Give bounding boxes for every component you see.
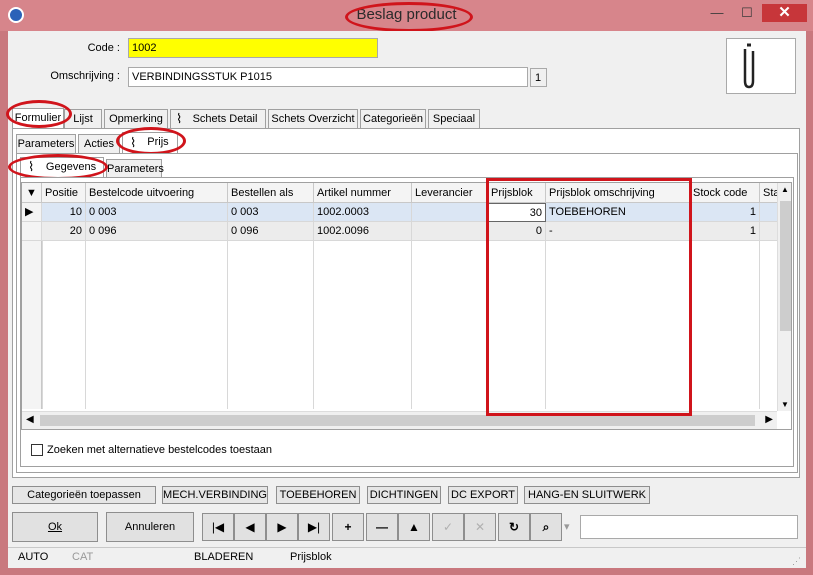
code-label: Code :	[87, 42, 120, 54]
status-bar	[8, 547, 806, 567]
find-button[interactable]: ⌕	[530, 513, 562, 541]
cell-leverancier[interactable]	[412, 203, 488, 222]
scroll-thumb[interactable]	[780, 201, 791, 331]
prev-record-button[interactable]: ◀	[234, 513, 266, 541]
move-up-button[interactable]: ▲	[398, 513, 430, 541]
tab-schets-overzicht[interactable]: Schets Overzicht	[268, 109, 358, 128]
cell-artikel[interactable]: 1002.0096	[314, 222, 412, 241]
status-mode: BLADEREN	[194, 551, 254, 563]
grid-line	[313, 241, 314, 409]
cell-positie[interactable]: 10	[42, 203, 86, 222]
col-sta[interactable]: Sta	[760, 183, 778, 203]
hang-en-sluitwerk-button[interactable]: HANG-EN SLUITWERK	[524, 486, 650, 504]
omschrijving-label: Omschrijving :	[50, 70, 120, 82]
vertical-scrollbar[interactable]: ▲ ▼	[777, 183, 791, 411]
product-thumbnail	[726, 38, 796, 94]
resize-grip-icon[interactable]: ⋰	[792, 556, 801, 567]
grid-line	[85, 241, 86, 409]
grid-line	[759, 241, 760, 409]
status-cat: CAT	[72, 551, 94, 563]
post-button[interactable]: ✓	[432, 513, 464, 541]
col-artikel-nummer[interactable]: Artikel nummer	[314, 183, 412, 203]
cell-bestelcode[interactable]: 0 096	[86, 222, 228, 241]
count-badge: 1	[530, 68, 547, 87]
tab-speciaal[interactable]: Speciaal	[428, 109, 480, 128]
cancel-edit-button[interactable]: ✕	[464, 513, 496, 541]
grid-menu-arrow[interactable]: ▼	[22, 183, 42, 203]
cell-bestelcode[interactable]: 0 003	[86, 203, 228, 222]
code-field[interactable]: 1002	[128, 38, 378, 58]
tab-inner-parameters[interactable]: Parameters	[106, 159, 164, 178]
close-button[interactable]: ✕	[762, 4, 807, 22]
row-indicator-current[interactable]: ▶	[22, 203, 42, 222]
alternative-codes-label: Zoeken met alternatieve bestelcodes toes…	[47, 444, 273, 456]
grid-line	[42, 241, 43, 409]
annotation-prijs	[116, 127, 186, 155]
tab-parameters[interactable]: Parameters	[16, 134, 76, 153]
maximize-button[interactable]: ☐	[732, 4, 762, 22]
first-record-button[interactable]: |◀	[202, 513, 234, 541]
paperclip-icon: ⌇	[176, 111, 183, 126]
col-positie[interactable]: Positie	[42, 183, 86, 203]
col-bestelcode[interactable]: Bestelcode uitvoering	[86, 183, 228, 203]
mech-verbinding-button[interactable]: MECH.VERBINDING	[162, 486, 268, 504]
row-indicator[interactable]	[22, 222, 42, 241]
cell-sta[interactable]	[760, 222, 778, 241]
cell-bestellen-als[interactable]: 0 003	[228, 203, 314, 222]
tab-schets-detail[interactable]: Schets Detail	[170, 109, 266, 128]
annotation-formulier	[6, 100, 72, 128]
tab-categorieen[interactable]: Categorieën	[360, 109, 426, 128]
next-record-button[interactable]: ▶	[266, 513, 298, 541]
last-record-button[interactable]: ▶|	[298, 513, 330, 541]
cell-stock-code[interactable]: 1	[690, 222, 760, 241]
cell-sta[interactable]	[760, 203, 778, 222]
dc-export-button[interactable]: DC EXPORT	[448, 486, 518, 504]
annuleren-button[interactable]: Annuleren	[106, 512, 194, 542]
tab-acties[interactable]: Acties	[78, 134, 120, 153]
dichtingen-button[interactable]: DICHTINGEN	[367, 486, 441, 504]
add-record-button[interactable]: +	[332, 513, 364, 541]
annotation-prijsblok-columns	[486, 178, 692, 416]
col-bestellen-als[interactable]: Bestellen als	[228, 183, 314, 203]
row-indicator-column	[22, 241, 42, 409]
refresh-button[interactable]: ↻	[498, 513, 530, 541]
scroll-right-icon[interactable]: ▶	[765, 414, 773, 425]
find-dropdown-icon[interactable]: ▾	[564, 520, 570, 533]
scroll-down-icon[interactable]: ▼	[781, 400, 789, 409]
minimize-button[interactable]: —	[702, 4, 732, 22]
ok-button[interactable]: Ok	[12, 512, 98, 542]
cell-bestellen-als[interactable]: 0 096	[228, 222, 314, 241]
search-input[interactable]	[580, 515, 798, 539]
cell-artikel[interactable]: 1002.0003	[314, 203, 412, 222]
col-leverancier[interactable]: Leverancier	[412, 183, 488, 203]
omschrijving-field[interactable]: VERBINDINGSSTUK P1015	[128, 67, 528, 87]
hscroll-thumb[interactable]	[40, 415, 755, 426]
annotation-title	[345, 2, 473, 32]
scroll-left-icon[interactable]: ◀	[26, 414, 34, 425]
col-stock-code[interactable]: Stock code	[690, 183, 760, 203]
tab-schets-detail-label: Schets Detail	[192, 113, 258, 125]
remove-record-button[interactable]: —	[366, 513, 398, 541]
cell-leverancier[interactable]	[412, 222, 488, 241]
grid-line	[411, 241, 412, 409]
cell-stock-code[interactable]: 1	[690, 203, 760, 222]
paperclip-icon	[743, 43, 755, 89]
tab-opmerking[interactable]: Opmerking	[104, 109, 168, 128]
status-field: Prijsblok	[290, 551, 332, 563]
scroll-up-icon[interactable]: ▲	[781, 185, 789, 194]
toebehoren-button[interactable]: TOEBEHOREN	[276, 486, 360, 504]
cell-positie[interactable]: 20	[42, 222, 86, 241]
alternative-codes-checkbox[interactable]	[31, 444, 43, 456]
status-auto: AUTO	[18, 551, 49, 563]
grid-line	[227, 241, 228, 409]
categorieen-toepassen-button[interactable]: Categorieën toepassen	[12, 486, 156, 504]
